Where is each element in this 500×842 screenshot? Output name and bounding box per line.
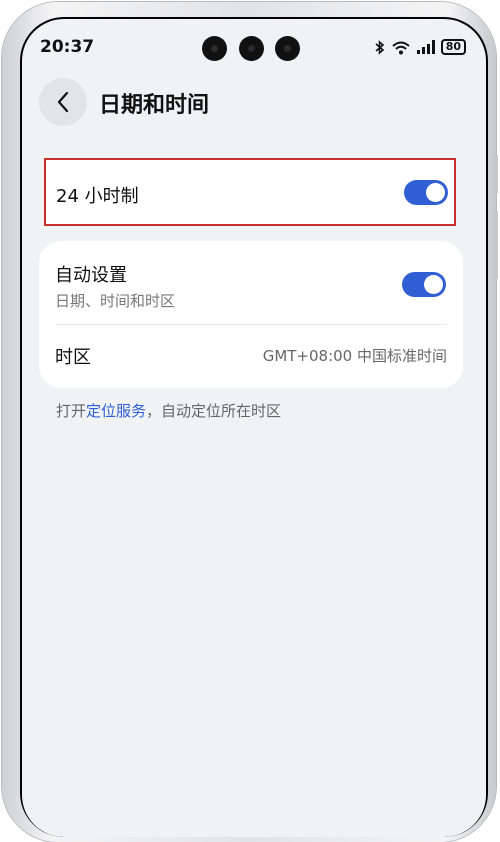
timezone-label: 时区 <box>55 347 91 368</box>
status-time: 20:37 <box>40 37 95 57</box>
hour24-label: 24 小时制 <box>56 186 139 207</box>
divider <box>55 324 447 325</box>
side-button <box>493 210 498 280</box>
camera-cutout <box>275 36 300 61</box>
timezone-value: GMT+08:00 中国标准时间 <box>262 347 447 365</box>
status-icons: 80 <box>375 39 466 55</box>
auto-settings-card: 自动设置 日期、时间和时区 时区 GMT+08:00 中国标准时间 <box>39 241 463 388</box>
page-title: 日期和时间 <box>99 93 210 118</box>
camera-cutout <box>202 36 227 61</box>
phone-frame: 20:37 80 日期和时间 24 小时制 自动设置 日期、时间和时区 时区 G… <box>2 2 498 842</box>
toggle-knob <box>426 183 445 202</box>
hour24-toggle[interactable] <box>404 180 448 205</box>
back-button[interactable] <box>39 78 87 126</box>
auto-setting-label: 自动设置 <box>55 265 127 286</box>
auto-setting-toggle[interactable] <box>402 272 446 297</box>
bluetooth-icon <box>375 39 384 55</box>
phone-screen: 20:37 80 日期和时间 24 小时制 自动设置 日期、时间和时区 时区 G… <box>20 17 488 837</box>
toggle-knob <box>424 275 443 294</box>
location-services-link[interactable]: 定位服务 <box>86 402 146 420</box>
footnote-prefix: 打开 <box>56 402 87 420</box>
side-button <box>493 154 498 194</box>
settings-screen: 20:37 80 日期和时间 24 小时制 自动设置 日期、时间和时区 时区 G… <box>22 19 486 837</box>
camera-cutout <box>239 36 264 61</box>
footnote-suffix: ，自动定位所在时区 <box>146 402 282 420</box>
battery-icon: 80 <box>440 39 466 55</box>
hour24-setting-row[interactable]: 24 小时制 <box>44 158 456 226</box>
wifi-icon <box>392 41 410 54</box>
chevron-left-icon <box>57 91 69 113</box>
footnote: 打开定位服务，自动定位所在时区 <box>56 400 281 421</box>
signal-icon <box>416 40 435 54</box>
auto-setting-sublabel: 日期、时间和时区 <box>55 292 176 310</box>
